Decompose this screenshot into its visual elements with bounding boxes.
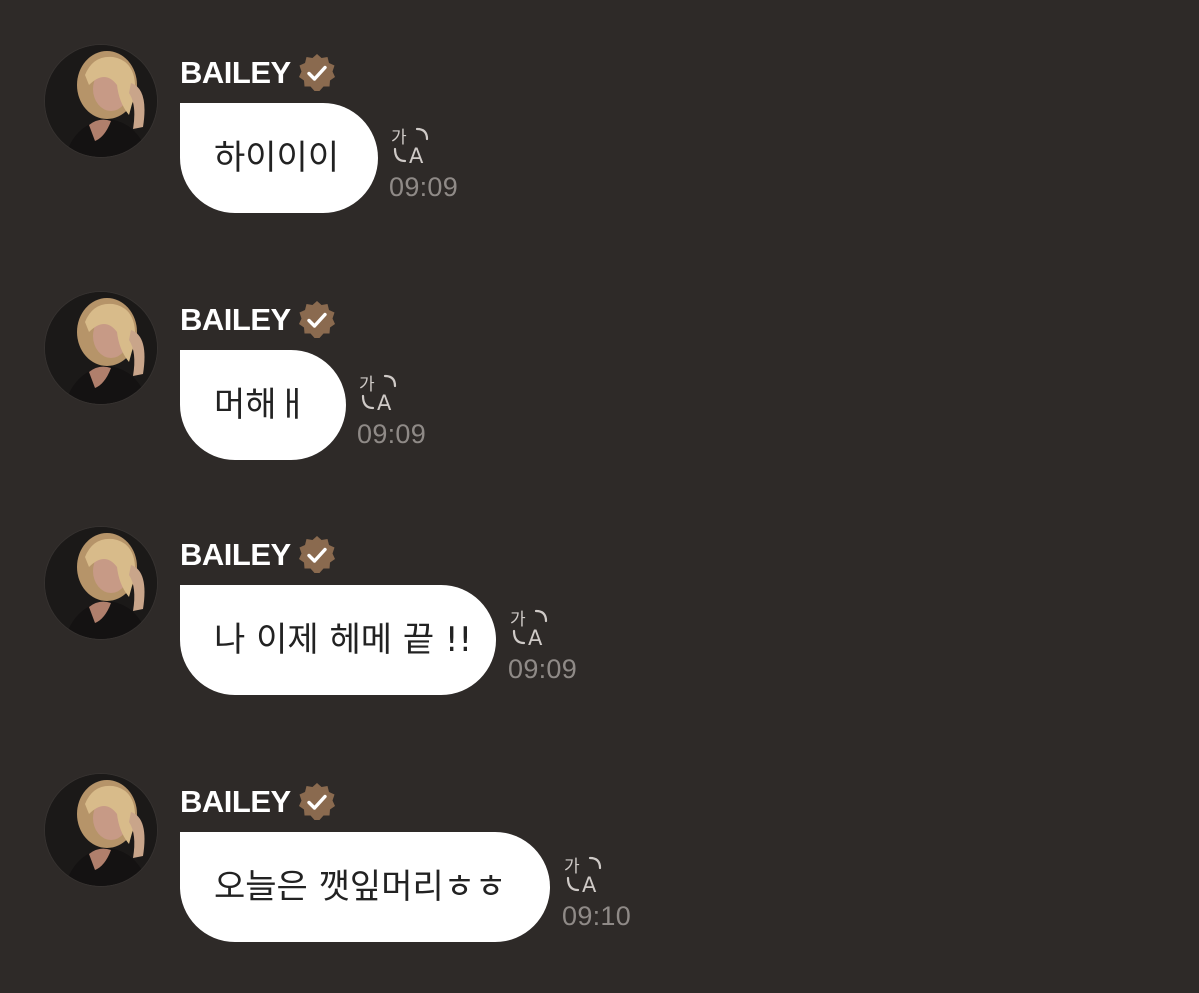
translate-icon[interactable]: 가 A [508,607,552,649]
message-text: 머해ㅐ [214,385,308,425]
avatar[interactable] [45,45,157,157]
svg-text:A: A [582,873,597,896]
message-timestamp: 09:09 [389,172,459,202]
sender-name[interactable]: BAILEY [180,53,291,93]
verified-badge-icon [298,783,335,820]
svg-text:A: A [528,626,543,649]
verified-badge-icon [298,536,335,573]
svg-text:A: A [409,144,424,167]
chat-message: BAILEY 오늘은 깻잎머리ㅎㅎ 가 A 09:10 [0,774,1199,964]
translate-icon[interactable]: 가 A [562,854,606,896]
avatar[interactable] [45,527,157,639]
message-timestamp: 09:09 [508,654,578,684]
message-bubble[interactable]: 머해ㅐ [180,350,346,460]
sender-row: BAILEY [180,53,339,93]
svg-text:가: 가 [564,857,580,877]
sender-name[interactable]: BAILEY [180,782,291,822]
message-meta: 가 A 09:10 [562,854,631,932]
avatar-photo [45,527,157,639]
svg-text:가: 가 [391,128,407,148]
translate-icon[interactable]: 가 A [357,372,401,414]
sender-row: BAILEY [180,535,339,575]
avatar-photo [45,774,157,886]
message-bubble[interactable]: 오늘은 깻잎머리ㅎㅎ [180,832,550,942]
message-timestamp: 09:10 [562,901,632,931]
sender-row: BAILEY [180,300,339,340]
sender-name[interactable]: BAILEY [180,300,291,340]
translate-icon[interactable]: 가 A [389,125,433,167]
sender-row: BAILEY [180,782,339,822]
chat-message: BAILEY 나 이제 헤메 끝 !! 가 A 09:09 [0,527,1199,717]
message-text: 하이이이 [214,138,340,178]
avatar-photo [45,292,157,404]
message-meta: 가 A 09:09 [357,372,426,450]
message-bubble[interactable]: 나 이제 헤메 끝 !! [180,585,496,695]
message-meta: 가 A 09:09 [508,607,577,685]
chat-message-list: BAILEY 하이이이 가 A 09:09 BAILEY 머해ㅐ 가 A 09:… [0,0,1199,993]
verified-badge-icon [298,54,335,91]
svg-text:A: A [377,391,392,414]
message-text: 오늘은 깻잎머리ㅎㅎ [214,867,507,907]
message-meta: 가 A 09:09 [389,125,458,203]
chat-message: BAILEY 하이이이 가 A 09:09 [0,45,1199,235]
sender-name[interactable]: BAILEY [180,535,291,575]
message-bubble[interactable]: 하이이이 [180,103,378,213]
svg-text:가: 가 [359,375,375,395]
chat-message: BAILEY 머해ㅐ 가 A 09:09 [0,292,1199,482]
avatar-photo [45,45,157,157]
verified-badge-icon [298,301,335,338]
avatar[interactable] [45,292,157,404]
avatar[interactable] [45,774,157,886]
svg-text:가: 가 [510,610,526,630]
message-text: 나 이제 헤메 끝 !! [214,620,473,660]
message-timestamp: 09:09 [357,419,427,449]
